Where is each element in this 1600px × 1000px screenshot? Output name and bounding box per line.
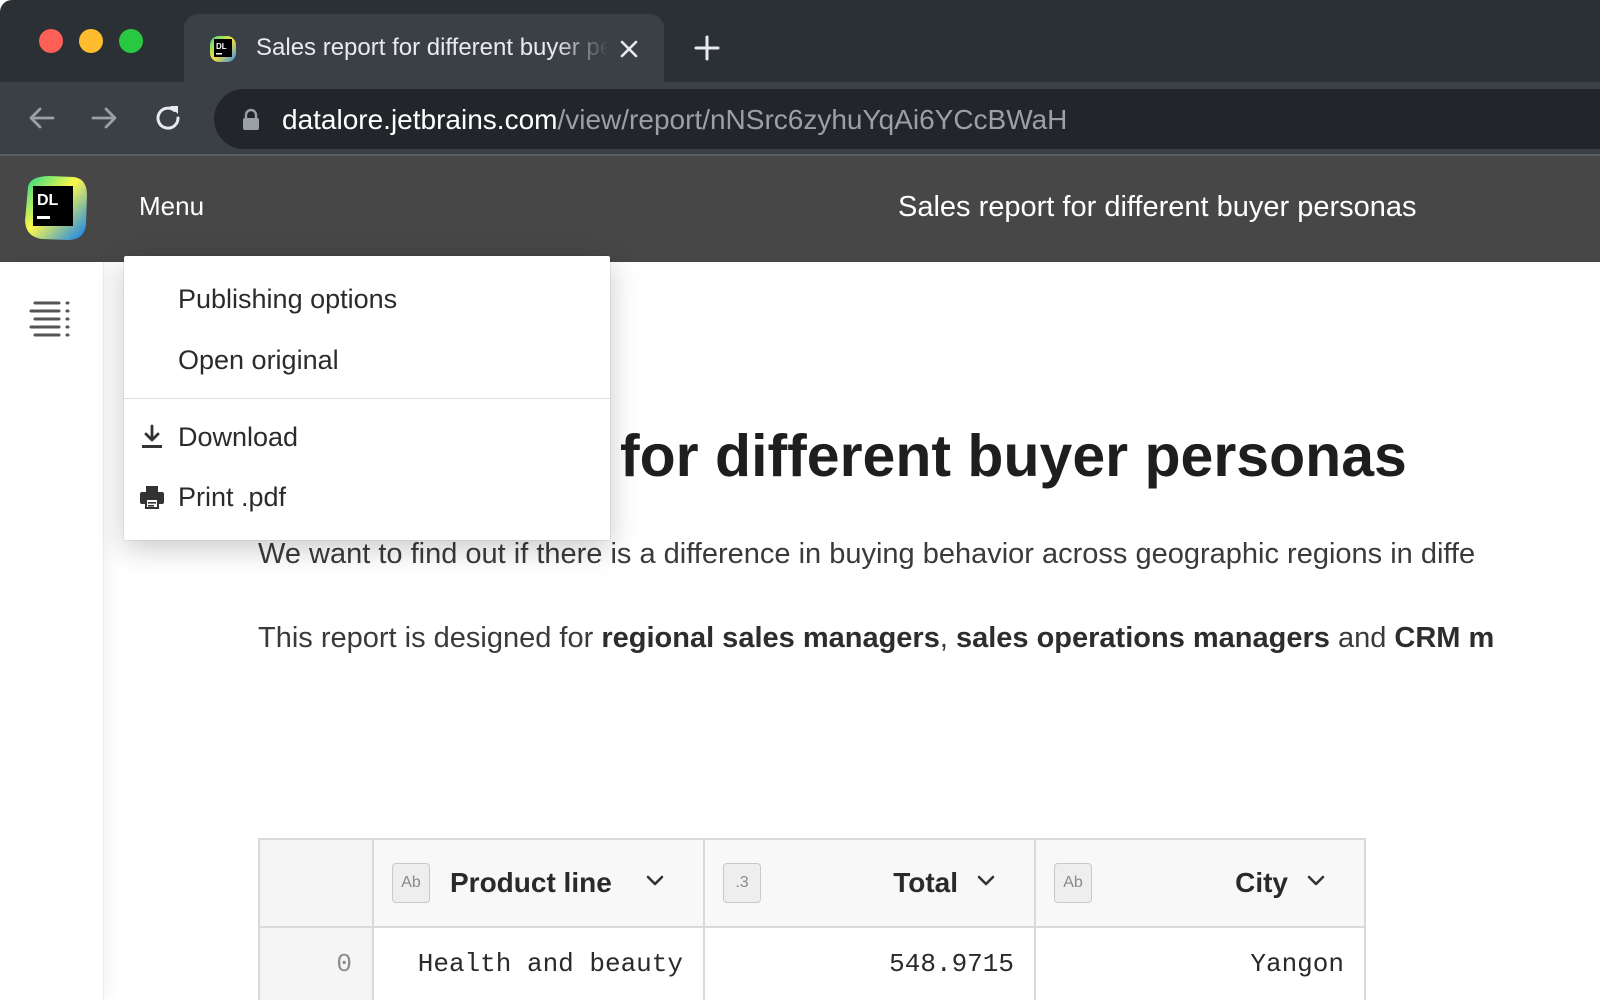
datalore-logo-icon[interactable]: DL — [20, 173, 90, 243]
datalore-favicon-icon: DL — [210, 36, 236, 62]
column-header-product-line[interactable]: Ab Product line — [372, 838, 705, 928]
address-bar[interactable]: datalore.jetbrains.com/view/report/nNSrc… — [214, 89, 1600, 149]
menu-item-label: Publishing options — [178, 284, 398, 314]
lock-icon[interactable] — [240, 108, 262, 132]
cell-total: 548.9715 — [703, 926, 1036, 1000]
report-title: for different buyer personas — [620, 423, 1407, 489]
menu-item-download[interactable]: Download — [124, 408, 610, 466]
data-table: Ab Product line .3 Total Ab City 0 Healt… — [258, 838, 1366, 1000]
menu-item-print-pdf[interactable]: Print .pdf — [124, 468, 610, 526]
printer-icon — [140, 486, 164, 509]
menu-divider — [124, 398, 610, 399]
index-column-header — [258, 838, 374, 928]
audience-and: and — [1329, 622, 1395, 654]
back-arrow-icon[interactable] — [24, 100, 60, 136]
column-label: Total — [893, 867, 958, 898]
audience-separator: , — [939, 622, 956, 654]
menu-item-label: Download — [178, 422, 299, 452]
chevron-down-icon[interactable] — [1304, 869, 1328, 893]
numeric-type-badge: .3 — [723, 863, 761, 903]
window-close-button[interactable] — [39, 29, 63, 53]
menu-item-publishing-options[interactable]: Publishing options — [124, 270, 610, 328]
menu-item-label: Open original — [178, 345, 339, 375]
column-header-city[interactable]: Ab City — [1034, 838, 1366, 928]
chevron-down-icon[interactable] — [974, 869, 998, 893]
url-host: datalore.jetbrains.com — [282, 104, 558, 135]
column-header-total[interactable]: .3 Total — [703, 838, 1036, 928]
url-path: /view/report/nNSrc6zyhuYqAi6YCcBWaH — [557, 104, 1068, 135]
audience-role-1: regional sales managers — [601, 622, 940, 654]
report-intro-text: We want to find out if there is a differ… — [258, 538, 1476, 570]
audience-role-3: CRM m — [1394, 622, 1495, 654]
audience-prefix: This report is designed for — [258, 622, 602, 654]
chevron-down-icon[interactable] — [643, 869, 667, 893]
menu-item-open-original[interactable]: Open original — [124, 331, 610, 389]
cell-city: Yangon — [1034, 926, 1366, 1000]
menu-dropdown: Publishing options Open original Downloa… — [124, 256, 610, 540]
column-label: Product line — [450, 867, 612, 898]
audience-role-2: sales operations managers — [955, 622, 1330, 654]
app-header: DL Menu Sales report for different buyer… — [0, 156, 1600, 262]
table-row: 0 Health and beauty 548.9715 Yangon — [258, 926, 1366, 1000]
browser-tab-active[interactable]: DL Sales report for different buyer pers… — [184, 14, 664, 82]
report-header-title: Sales report for different buyer persona… — [898, 191, 1417, 223]
column-label: City — [1235, 867, 1288, 898]
tab-title: Sales report for different buyer persona… — [256, 34, 608, 61]
tab-close-icon[interactable] — [616, 36, 642, 62]
table-header-row: Ab Product line .3 Total Ab City — [258, 838, 1366, 928]
menu-item-label: Print .pdf — [178, 482, 287, 512]
url-text[interactable]: datalore.jetbrains.com/view/report/nNSrc… — [282, 104, 1067, 136]
reload-icon[interactable] — [150, 100, 186, 136]
svg-text:DL: DL — [216, 42, 227, 51]
forward-arrow-icon[interactable] — [86, 100, 122, 136]
browser-toolbar: datalore.jetbrains.com/view/report/nNSrc… — [0, 82, 1600, 156]
table-of-contents-icon[interactable] — [29, 298, 73, 342]
logo-text: DL — [37, 192, 59, 209]
left-sidebar — [0, 262, 104, 1000]
cell-product-line: Health and beauty — [372, 926, 705, 1000]
window-minimize-button[interactable] — [79, 29, 103, 53]
report-audience-text: This report is designed for regional sal… — [258, 622, 1494, 655]
menu-button[interactable]: Menu — [139, 191, 204, 222]
new-tab-plus-icon[interactable] — [692, 33, 722, 63]
download-icon — [142, 424, 162, 448]
browser-tab-bar: DL Sales report for different buyer pers… — [0, 0, 1600, 82]
text-type-badge: Ab — [1054, 863, 1092, 903]
window-zoom-button[interactable] — [119, 29, 143, 53]
text-type-badge: Ab — [392, 863, 430, 903]
row-index: 0 — [258, 926, 374, 1000]
